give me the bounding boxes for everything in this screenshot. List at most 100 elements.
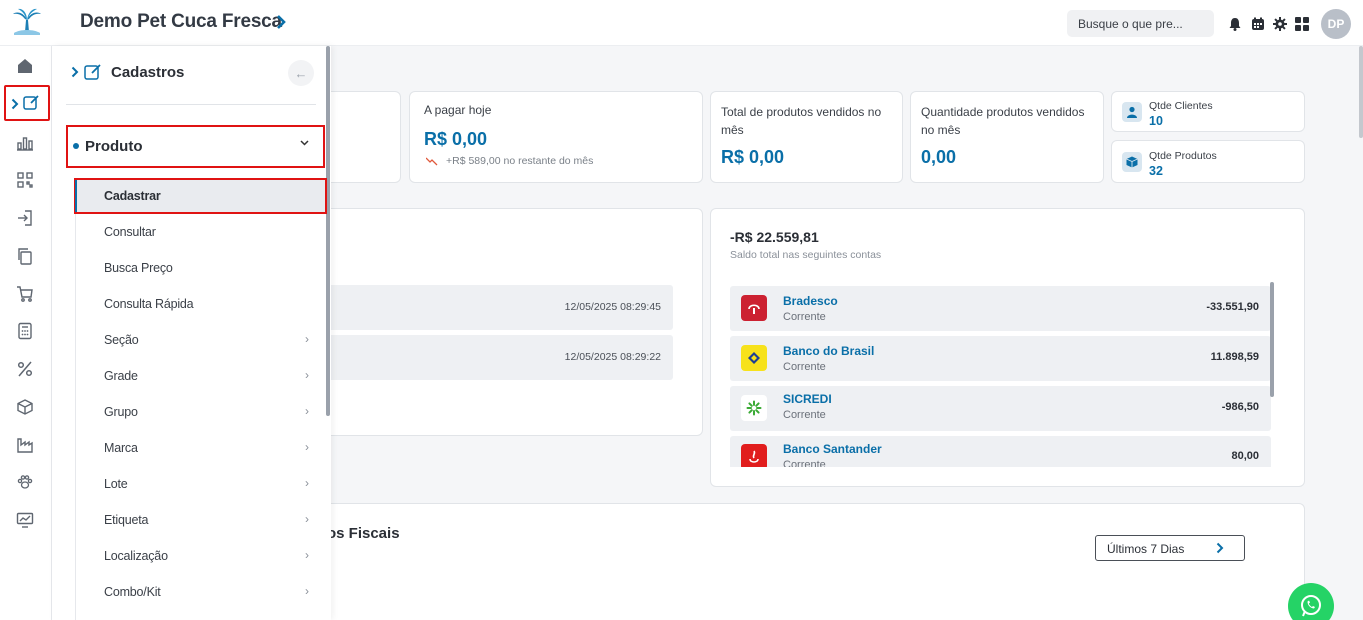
chevron-right-icon[interactable]: ›: [305, 512, 309, 526]
submenu-item-consultar[interactable]: Consultar: [104, 225, 156, 239]
account-type: Corrente: [783, 459, 826, 467]
submenu-item-lote[interactable]: Lote: [104, 477, 128, 491]
submenu-item-marca[interactable]: Marca: [104, 441, 138, 455]
submenu-item-etiqueta[interactable]: Etiqueta: [104, 513, 148, 527]
chevron-down-icon[interactable]: [300, 140, 309, 146]
vendidos-value: R$ 0,00: [721, 147, 785, 167]
account-value: 11.898,59: [1210, 351, 1259, 363]
chevron-right-icon: [1216, 542, 1224, 554]
account-value: -33.551,90: [1206, 301, 1259, 313]
vendidos-label: Total de produtos vendidos no mês: [721, 105, 882, 137]
recent-row[interactable]: 12/05/2025 08:29:22: [321, 335, 673, 380]
saldo-caption: Saldo total nas seguintes contas: [730, 249, 882, 261]
calendar-icon[interactable]: [1251, 17, 1265, 31]
chart-icon[interactable]: [16, 134, 34, 152]
menu-header-label: Cadastros: [111, 64, 185, 81]
recent-row-date: 12/05/2025 08:29:22: [564, 351, 661, 363]
account-row[interactable]: Banco Santander Corrente 80,00: [730, 436, 1271, 467]
edit-icon: [84, 63, 102, 81]
home-icon[interactable]: [16, 57, 34, 75]
clientes-card: Qtde Clientes 10: [1111, 91, 1305, 132]
account-name: Banco Santander: [783, 442, 882, 456]
app-title[interactable]: Demo Pet Cuca Fresca: [80, 11, 282, 33]
percent-icon[interactable]: [16, 360, 34, 378]
recent-row[interactable]: 12/05/2025 08:29:45: [321, 285, 673, 330]
search-input[interactable]: [1067, 10, 1214, 37]
accounts-scrollbar[interactable]: [1270, 282, 1274, 397]
menu-group-label: Produto: [85, 138, 143, 155]
chevron-right-icon[interactable]: [276, 14, 286, 30]
chevron-right-icon[interactable]: [11, 98, 19, 110]
edit-icon[interactable]: [23, 94, 40, 111]
period-button[interactable]: Últimos 7 Dias: [1095, 535, 1245, 561]
sicredi-logo: [741, 395, 767, 421]
account-row[interactable]: SICREDI Corrente -986,50: [730, 386, 1271, 431]
submenu-item-grade[interactable]: Grade: [104, 369, 138, 383]
submenu-item-consulta-rapida[interactable]: Consulta Rápida: [104, 297, 194, 311]
chevron-right-icon[interactable]: ›: [305, 332, 309, 346]
account-name: Bradesco: [783, 294, 838, 308]
account-name: SICREDI: [783, 392, 832, 406]
account-row[interactable]: Banco do Brasil Corrente 11.898,59: [730, 336, 1271, 381]
cart-icon[interactable]: [16, 285, 34, 303]
saldo-value: -R$ 22.559,81: [730, 229, 819, 245]
fiscais-title: os Fiscais: [327, 525, 400, 542]
box-icon: [1122, 152, 1142, 172]
page-scrollbar[interactable]: [1359, 46, 1363, 138]
grid-icon[interactable]: [1295, 17, 1309, 31]
monitor-chart-icon[interactable]: [16, 511, 34, 529]
paw-icon[interactable]: [16, 473, 34, 491]
submenu-item-grupo[interactable]: Grupo: [104, 405, 138, 419]
submenu-item-busca-preco[interactable]: Busca Preço: [104, 261, 173, 275]
avatar[interactable]: DP: [1321, 9, 1351, 39]
account-type: Corrente: [783, 409, 826, 421]
chevron-right-icon[interactable]: ›: [305, 440, 309, 454]
chevron-right-icon[interactable]: ›: [305, 368, 309, 382]
qtd-vendidos-card: Quantidade produtos vendidos no mês 0,00: [910, 91, 1104, 183]
submenu-item-localizacao[interactable]: Localização: [104, 549, 168, 563]
account-value: -986,50: [1221, 401, 1259, 413]
palm-logo-icon[interactable]: [10, 6, 44, 38]
account-type: Corrente: [783, 361, 826, 373]
banco-do-brasil-logo: [741, 345, 767, 371]
produtos-value: 32: [1149, 164, 1163, 178]
produtos-card: Qtde Produtos 32: [1111, 140, 1305, 183]
qr-icon[interactable]: [16, 171, 34, 189]
whatsapp-button[interactable]: [1288, 583, 1334, 620]
account-name: Banco do Brasil: [783, 344, 875, 358]
copy-icon[interactable]: [16, 247, 34, 265]
menu-divider: [66, 104, 316, 105]
chevron-right-icon[interactable]: ›: [305, 476, 309, 490]
submenu-item-combo-kit[interactable]: Combo/Kit: [104, 585, 161, 599]
period-label: Últimos 7 Dias: [1107, 542, 1185, 556]
factory-icon[interactable]: [16, 436, 34, 454]
gear-icon[interactable]: [1273, 17, 1287, 31]
chevron-right-icon[interactable]: ›: [305, 584, 309, 598]
submenu-item-secao[interactable]: Seção: [104, 333, 139, 347]
accounts-clip: Banco Santander Corrente 80,00: [730, 436, 1271, 467]
produtos-label: Qtde Produtos: [1149, 150, 1217, 162]
login-icon[interactable]: [16, 209, 34, 227]
box-icon[interactable]: [16, 398, 34, 416]
chevron-right-icon[interactable]: [71, 66, 79, 78]
a-pagar-card: A pagar hoje R$ 0,00 +R$ 589,00 no resta…: [409, 91, 703, 183]
recent-row-date: 12/05/2025 08:29:45: [564, 301, 661, 313]
arrow-left-icon[interactable]: ←: [288, 60, 314, 86]
account-value: 80,00: [1231, 450, 1259, 462]
whatsapp-icon: [1301, 595, 1321, 617]
account-type: Corrente: [783, 311, 826, 323]
submenu-item-label[interactable]: Cadastrar: [104, 189, 161, 203]
a-pagar-note: +R$ 589,00 no restante do mês: [446, 155, 594, 167]
bradesco-logo: [741, 295, 767, 321]
recent-card: 12/05/2025 08:29:45 12/05/2025 08:29:22: [300, 208, 703, 436]
account-row[interactable]: Bradesco Corrente -33.551,90: [730, 286, 1271, 331]
menu-scrollbar[interactable]: [326, 46, 330, 416]
chevron-right-icon[interactable]: ›: [305, 404, 309, 418]
chevron-right-icon[interactable]: ›: [305, 548, 309, 562]
bell-icon[interactable]: [1228, 17, 1242, 31]
a-pagar-label: A pagar hoje: [424, 103, 492, 117]
calculator-icon[interactable]: [16, 322, 34, 340]
submenu-guide-line: [75, 178, 76, 620]
qtd-vendidos-label: Quantidade produtos vendidos no mês: [921, 105, 1085, 137]
user-icon: [1122, 102, 1142, 122]
